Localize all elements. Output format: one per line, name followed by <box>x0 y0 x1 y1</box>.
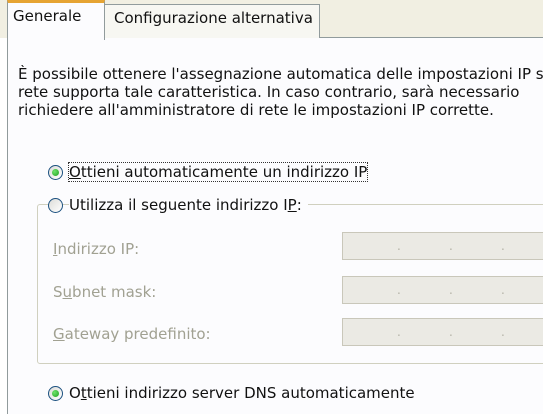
description-line: richiedere all'amministratore di rete le… <box>18 101 494 119</box>
radio-label[interactable]: Utilizza il seguente indirizzo IP: <box>69 196 308 214</box>
default-gateway-label: Gateway predefinito: <box>53 325 211 343</box>
radio-obtain-ip-auto[interactable]: Ottieni automaticamente un indirizzo IP <box>48 162 369 182</box>
tab-label: Configurazione alternativa <box>114 9 313 27</box>
description-text: È possibile ottenere l'assegnazione auto… <box>18 65 543 119</box>
description-line: rete supporta tale caratteristica. In ca… <box>18 83 520 101</box>
radio-obtain-dns-auto[interactable]: Ottieni indirizzo server DNS automaticam… <box>48 384 415 402</box>
tab-label: Generale <box>13 7 82 25</box>
default-gateway-field: ... <box>342 318 543 346</box>
description-line: È possibile ottenere l'assegnazione auto… <box>18 65 543 83</box>
radio-label[interactable]: Ottieni automaticamente un indirizzo IP <box>67 162 369 182</box>
tab-generale[interactable]: Generale <box>7 0 105 40</box>
tab-configurazione-alternativa[interactable]: Configurazione alternativa <box>104 4 320 38</box>
ip-address-label: Indirizzo IP: <box>53 240 140 258</box>
subnet-mask-label: Subnet mask: <box>53 283 157 301</box>
subnet-mask-field: ... <box>342 276 543 304</box>
radio-label[interactable]: Ottieni indirizzo server DNS automaticam… <box>69 384 415 402</box>
radio-button-selected[interactable] <box>48 164 63 180</box>
radio-button[interactable] <box>48 197 63 213</box>
radio-button-selected[interactable] <box>48 385 63 401</box>
radio-use-following-ip[interactable]: Utilizza il seguente indirizzo IP: <box>48 196 308 214</box>
tcpip-properties-window: Generale Configurazione alternativa È po… <box>0 0 543 414</box>
ip-address-field: ... <box>342 232 543 260</box>
